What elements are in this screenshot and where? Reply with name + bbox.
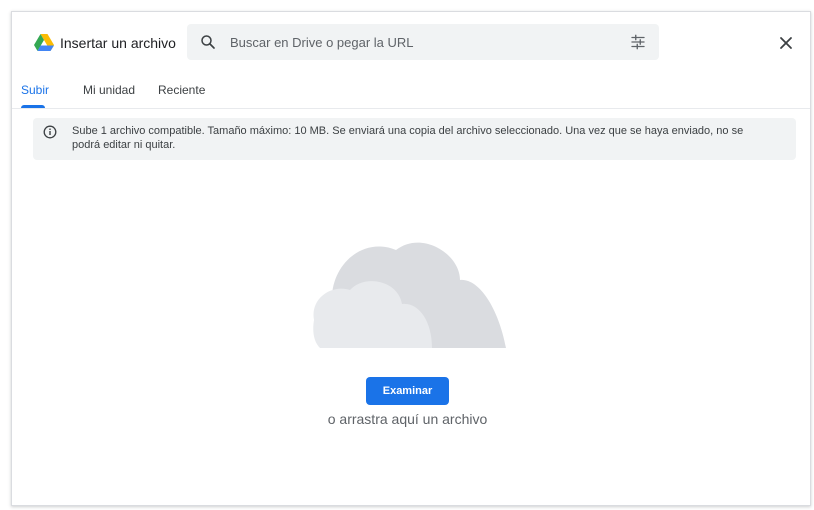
info-text: Sube 1 archivo compatible. Tamaño máximo… [72,125,744,151]
close-icon[interactable] [776,33,796,53]
active-tab-indicator [21,105,45,108]
tab-bar: Subir Mi unidad Reciente [12,72,810,109]
search-icon [201,35,215,49]
google-drive-icon [34,34,54,51]
drag-drop-text: o arrastra aquí un archivo [327,411,488,427]
tab-subir[interactable]: Subir [21,83,49,97]
dialog-header: Insertar un archivo [12,12,810,72]
tab-reciente[interactable]: Reciente [158,83,205,97]
browse-button[interactable]: Examinar [366,377,449,405]
info-icon [43,125,57,139]
tune-icon[interactable] [629,33,647,51]
search-box[interactable] [187,24,659,60]
info-banner: Sube 1 archivo compatible. Tamaño máximo… [33,118,796,160]
dialog-title: Insertar un archivo [60,35,176,51]
tab-mi-unidad[interactable]: Mi unidad [83,83,135,97]
insert-file-dialog: Insertar un archivo Buscar en Drive o pe… [11,11,811,506]
cloud-illustration [313,242,506,348]
search-input[interactable] [230,24,610,60]
